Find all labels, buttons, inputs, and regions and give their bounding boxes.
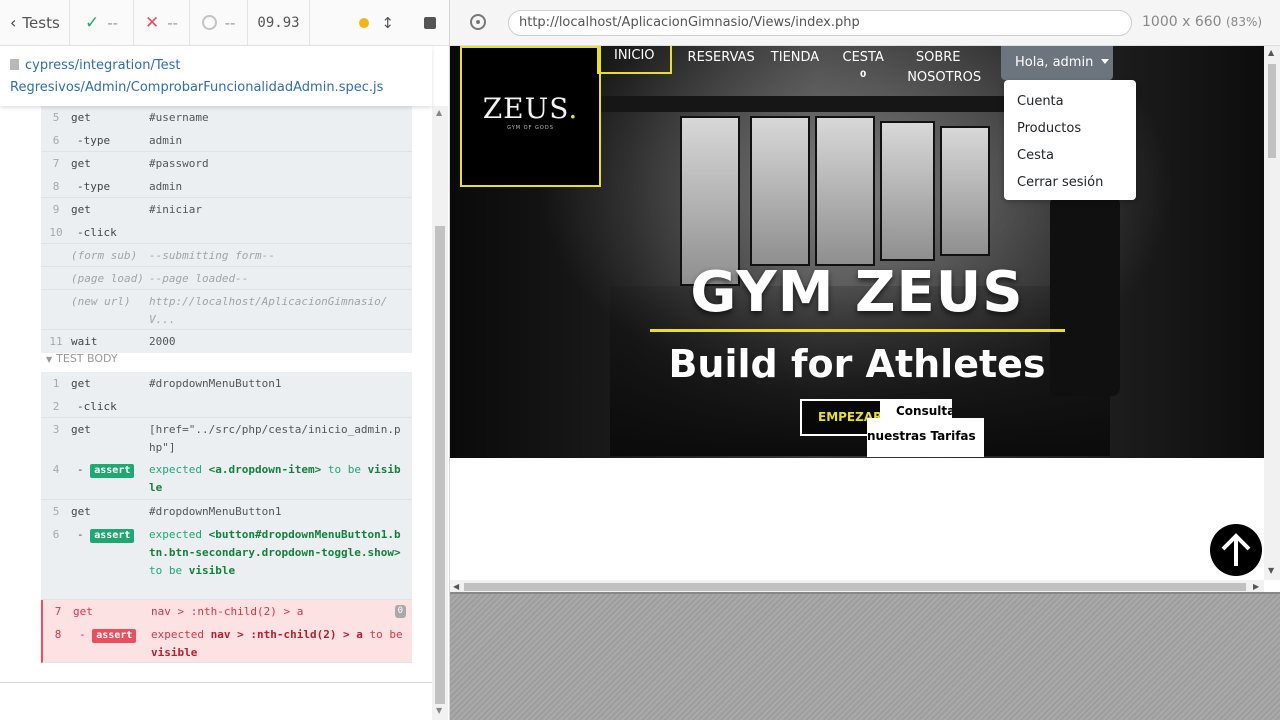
check-icon: ✓: [84, 12, 100, 33]
run-controls: ↕: [310, 0, 449, 45]
assert-row[interactable]: 4- assert expected <a.dropdown-item> to b…: [41, 458, 412, 500]
reporter-panel: ‹ Tests ✓ -- ✕ -- -- 09.93 ↕ cypress/int…: [0, 0, 450, 720]
command-row[interactable]: 5 get #username: [41, 106, 412, 129]
cross-icon: ✕: [144, 12, 160, 33]
hero-title: GYM ZEUS: [690, 260, 1024, 325]
command-row[interactable]: 8 -type admin: [41, 175, 412, 198]
assert-row[interactable]: 6- assert expected <button#dropdownMenuBu…: [41, 523, 412, 600]
scroll-left-icon[interactable]: ◀: [453, 582, 459, 591]
failed-assert-row[interactable]: 8- assert expected nav > :nth-child(2) > …: [41, 623, 412, 663]
command-row[interactable]: 2 -click: [41, 395, 412, 418]
command-log: 5 get #username 6 -type admin 7 get #password …: [0, 106, 432, 682]
reporter-footer: [0, 682, 432, 720]
command-log-scrollbar[interactable]: ▲ ▼: [432, 106, 448, 720]
spec-file-path[interactable]: cypress/integration/Test Regresivos/Admi…: [0, 46, 432, 106]
dropdown-item-productos[interactable]: Productos: [1004, 115, 1136, 142]
reporter-header: ‹ Tests ✓ -- ✕ -- -- 09.93 ↕: [0, 0, 449, 46]
passed-value: --: [107, 13, 119, 32]
passed-count[interactable]: ✓ --: [70, 0, 134, 45]
pending-circle-icon: [201, 15, 217, 30]
failed-count[interactable]: ✕ --: [134, 0, 190, 45]
main-nav: INICIO RESERVAS TIENDA CESTA 0 SOBRE NOSOT…: [597, 46, 981, 86]
command-row[interactable]: 1 get #dropdownMenuButton1: [41, 372, 412, 395]
tests-label: Tests: [22, 13, 60, 32]
command-row[interactable]: 9 get #iniciar: [41, 198, 412, 221]
logo-tagline: GYM OF GODS: [507, 125, 554, 131]
nav-cesta[interactable]: CESTA 0: [827, 46, 899, 86]
nav-reservas[interactable]: RESERVAS: [680, 46, 763, 86]
assert-badge: assert: [90, 529, 135, 543]
event-row[interactable]: (new url) http://localhost/AplicacionGimn…: [41, 290, 412, 330]
aut-vertical-scrollbar[interactable]: ▲ ▼: [1264, 46, 1280, 580]
nav-inicio[interactable]: INICIO: [597, 46, 672, 74]
command-row[interactable]: 3 get [href="../src/php/cesta/inicio_admin…: [41, 418, 412, 458]
site-logo[interactable]: ZEUS. GYM OF GODS: [460, 46, 601, 187]
arrow-up-icon: [1221, 533, 1251, 566]
tests-back-button[interactable]: ‹ Tests: [0, 0, 70, 45]
cart-count: 0: [860, 70, 867, 80]
scrollbar-thumb[interactable]: [464, 583, 1246, 591]
test-body-commands: 1 get #dropdownMenuButton1 2 -click 3 get [hr…: [41, 372, 412, 663]
assert-badge: assert: [92, 629, 137, 643]
viewport-size-label[interactable]: 1000 x 660 (83%): [1142, 14, 1262, 30]
event-row[interactable]: (form sub) --submitting form--: [41, 244, 412, 267]
aut-url-bar: http://localhost/AplicacionGimnasio/View…: [450, 0, 1280, 46]
app-under-test-panel: http://localhost/AplicacionGimnasio/View…: [450, 0, 1280, 720]
logo-wordmark: ZEUS: [482, 92, 569, 125]
command-row[interactable]: 5 get #dropdownMenuButton1: [41, 500, 412, 523]
test-body-header[interactable]: ▼ TEST BODY: [46, 352, 118, 365]
aut-horizontal-scrollbar[interactable]: ◀ ▶: [450, 580, 1264, 592]
command-row[interactable]: 6 -type admin: [41, 129, 412, 152]
scroll-down-icon[interactable]: ▼: [436, 706, 442, 715]
nav-sobre-nosotros[interactable]: SOBRE NOSOTROS: [899, 46, 981, 86]
background-window: [815, 116, 875, 266]
spec-path-line-1[interactable]: cypress/integration/Test: [25, 58, 180, 73]
before-each-commands: 5 get #username 6 -type admin 7 get #password …: [41, 106, 412, 353]
command-row[interactable]: 10 -click: [41, 221, 412, 244]
caret-down-icon: [1101, 59, 1110, 64]
consulta-tarifas-button-text[interactable]: nuestras Tarifas: [867, 418, 984, 457]
dropdown-item-cuenta[interactable]: Cuenta: [1004, 88, 1136, 115]
hero-divider: [650, 329, 1065, 332]
dropdown-item-cerrar-sesion[interactable]: Cerrar sesión: [1004, 169, 1136, 196]
failed-command-row[interactable]: 7 get nav > :nth-child(2) > a0: [41, 600, 412, 623]
hero-section: ZEUS. GYM OF GODS INICIO RESERVAS TIENDA…: [450, 46, 1264, 458]
running-status-icon: [359, 17, 370, 28]
scroll-down-icon[interactable]: ▼: [1268, 566, 1274, 575]
background-window: [750, 116, 810, 266]
hero-subtitle: Build for Athletes: [668, 342, 1046, 386]
file-icon: [10, 59, 19, 70]
scrollbar-thumb[interactable]: [435, 226, 445, 704]
element-count-badge: 0: [394, 605, 406, 618]
collapse-triangle-icon: ▼: [46, 355, 53, 364]
scroll-up-icon[interactable]: ▲: [1268, 48, 1274, 57]
failed-value: --: [167, 13, 179, 32]
pending-value: --: [224, 13, 236, 32]
stop-button[interactable]: [424, 16, 436, 29]
assert-badge: assert: [90, 464, 135, 478]
back-to-top-button[interactable]: [1210, 524, 1262, 576]
aut-viewport: ZEUS. GYM OF GODS INICIO RESERVAS TIENDA…: [450, 46, 1280, 594]
background-window: [880, 121, 935, 261]
scroll-up-icon[interactable]: ▲: [436, 108, 442, 117]
spec-path-line-2[interactable]: Regresivos/Admin/ComprobarFuncionalidadA…: [10, 77, 422, 99]
background-window: [940, 126, 990, 256]
event-row[interactable]: (page load) --page loaded--: [41, 267, 412, 290]
dropdown-item-cesta[interactable]: Cesta: [1004, 142, 1136, 169]
command-row[interactable]: 7 get #password: [41, 152, 412, 175]
selector-playground-icon[interactable]: [470, 14, 486, 30]
autoscroll-toggle-icon[interactable]: ↕: [381, 14, 394, 32]
duration-timer: 09.93: [248, 0, 310, 45]
pending-count[interactable]: --: [190, 0, 248, 45]
user-dropdown-menu: Cuenta Productos Cesta Cerrar sesión: [1004, 80, 1136, 200]
user-dropdown-button[interactable]: Hola, admin: [1001, 46, 1113, 80]
scroll-right-icon[interactable]: ▶: [1253, 582, 1259, 591]
chevron-left-icon: ‹: [10, 13, 17, 32]
aut-url-field[interactable]: http://localhost/AplicacionGimnasio/View…: [508, 10, 1132, 36]
command-row[interactable]: 11 wait 2000: [41, 330, 412, 353]
nav-tienda[interactable]: TIENDA: [763, 46, 827, 86]
scrollbar-thumb[interactable]: [1268, 64, 1276, 158]
ceiling-beam: [600, 96, 1060, 112]
logo-dot: .: [568, 92, 579, 125]
